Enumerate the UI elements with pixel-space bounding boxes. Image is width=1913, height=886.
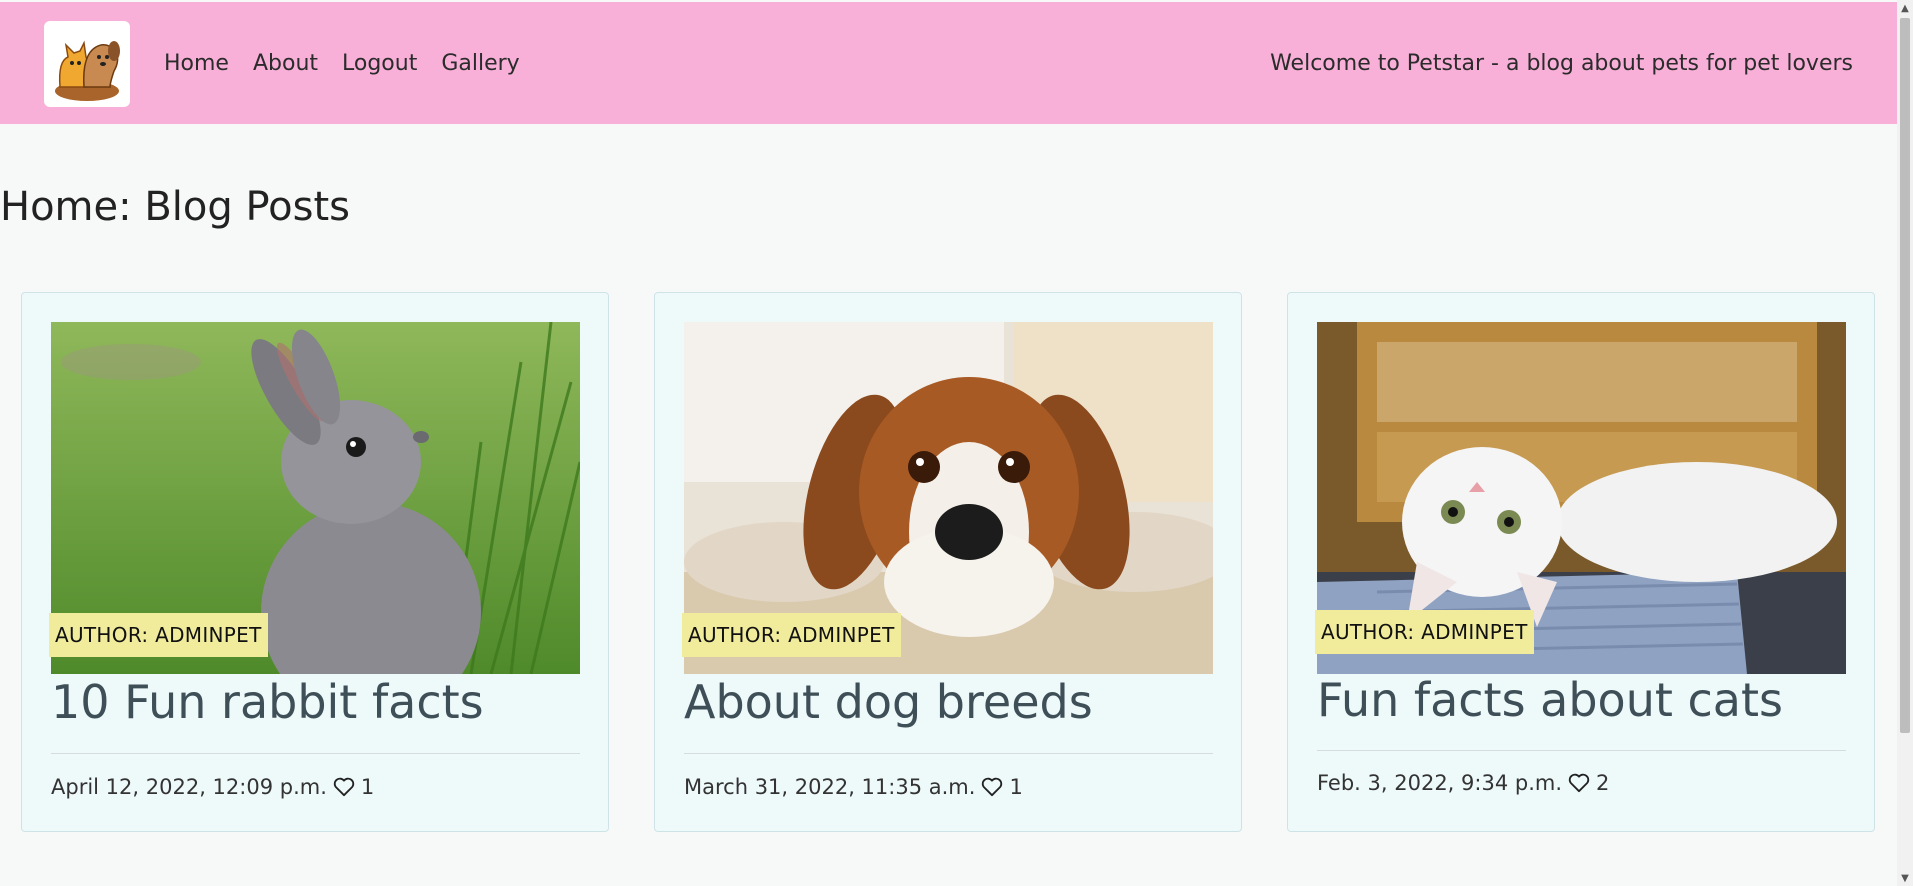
post-meta: April 12, 2022, 12:09 p.m. 1	[51, 775, 374, 799]
post-title[interactable]: Fun facts about cats	[1317, 673, 1783, 727]
scroll-up-arrow-icon[interactable]: ▲	[1897, 0, 1913, 16]
card-divider	[51, 753, 580, 754]
post-title[interactable]: 10 Fun rabbit facts	[51, 675, 484, 729]
post-date: April 12, 2022, 12:09 p.m.	[51, 775, 327, 799]
page-title: Home: Blog Posts	[0, 184, 350, 230]
vertical-scrollbar[interactable]: ▲ ▼	[1897, 0, 1913, 886]
nav-home-link[interactable]: Home	[164, 51, 229, 76]
nav-logout-link[interactable]: Logout	[342, 51, 417, 76]
post-meta: March 31, 2022, 11:35 a.m. 1	[684, 775, 1023, 799]
scroll-thumb[interactable]	[1900, 18, 1910, 733]
post-date: Feb. 3, 2022, 9:34 p.m.	[1317, 771, 1563, 795]
like-count: 1	[360, 775, 375, 799]
heart-icon[interactable]	[981, 777, 1003, 797]
author-badge: AUTHOR: ADMINPET	[49, 613, 268, 657]
top-navbar: Home About Logout Gallery Welcome to Pet…	[0, 2, 1897, 124]
nav-gallery-link[interactable]: Gallery	[441, 51, 519, 76]
blog-post-card[interactable]: AUTHOR: ADMINPET About dog breeds March …	[654, 292, 1242, 832]
nav-links: Home About Logout Gallery	[164, 2, 520, 124]
like-count: 2	[1596, 771, 1610, 795]
petstar-logo[interactable]	[44, 21, 130, 107]
heart-icon[interactable]	[1568, 773, 1590, 793]
author-badge: AUTHOR: ADMINPET	[1315, 610, 1534, 654]
nav-about-link[interactable]: About	[253, 51, 318, 76]
blog-post-card[interactable]: AUTHOR: ADMINPET Fun facts about cats Fe…	[1287, 292, 1875, 832]
post-title[interactable]: About dog breeds	[684, 675, 1093, 729]
site-tagline: Welcome to Petstar - a blog about pets f…	[1270, 50, 1853, 76]
author-badge: AUTHOR: ADMINPET	[682, 613, 901, 657]
post-date: March 31, 2022, 11:35 a.m.	[684, 775, 976, 799]
blog-post-card[interactable]: AUTHOR: ADMINPET 10 Fun rabbit facts Apr…	[21, 292, 609, 832]
heart-icon[interactable]	[333, 777, 355, 797]
scroll-down-arrow-icon[interactable]: ▼	[1897, 870, 1913, 886]
card-divider	[1317, 750, 1846, 751]
card-divider	[684, 753, 1213, 754]
like-count: 1	[1009, 775, 1023, 799]
post-meta: Feb. 3, 2022, 9:34 p.m. 2	[1317, 771, 1609, 795]
